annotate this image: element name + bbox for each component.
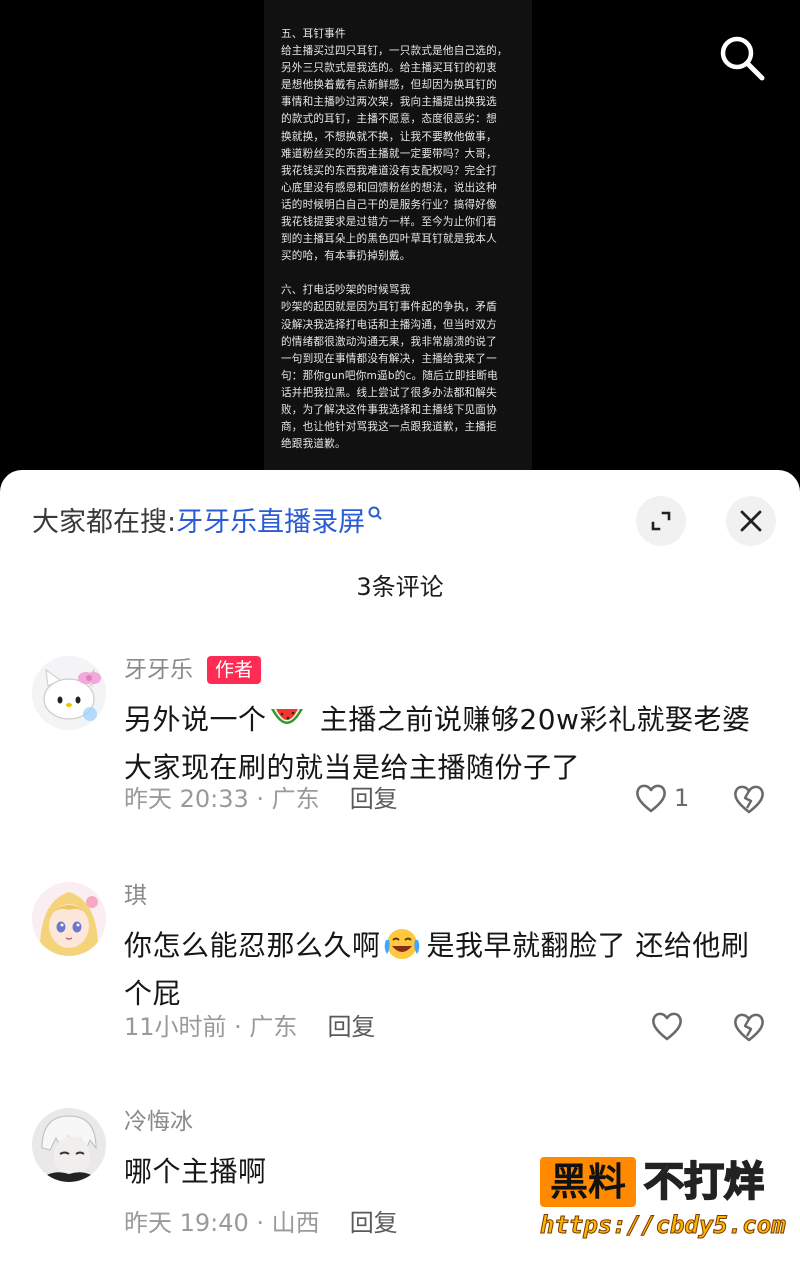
comment-body: 牙牙乐 作者 另外说一个 主播之前说赚够20w彩礼就娶老婆 大家现在刷的就当是给…: [124, 654, 770, 792]
document-text: 五、耳钉事件给主播买过四只耳钉，一只款式是他自己选的， 另外三只款式是我选的。给主…: [281, 26, 521, 453]
expand-button[interactable]: [636, 496, 686, 546]
broken-heart-icon: [734, 1013, 764, 1042]
watermark-logo-box: 黑料: [540, 1157, 636, 1207]
comment-sheet: 大家都在搜:牙牙乐直播录屏 3条评论 牙牙乐 作者 另外说一个 主播之前说赚够2…: [0, 470, 800, 1264]
document-line: 绝跟我道歉。: [281, 438, 346, 451]
heart-icon: [636, 784, 666, 813]
like-count: 1: [674, 784, 690, 812]
document-line: 话的时候明白自己干的是服务行业？搞得好像: [281, 198, 497, 211]
document-line: 六、打电话吵架的时候骂我: [281, 284, 411, 297]
expand-icon: [651, 511, 671, 531]
document-line: 换就换，不想换就不换，让我不要教他做事，: [281, 130, 497, 143]
video-document-frame: 五、耳钉事件给主播买过四只耳钉，一只款式是他自己选的， 另外三只款式是我选的。给主…: [264, 0, 532, 475]
reply-button[interactable]: 回复: [327, 1013, 375, 1041]
close-button[interactable]: [726, 496, 776, 546]
comment-meta: 昨天 19:40 · 山西 回复: [124, 1206, 398, 1240]
document-line: 是想他换着戴有点新鲜感，但却因为换耳钉的: [281, 79, 497, 92]
search-button[interactable]: [716, 32, 768, 84]
document-line: 难道粉丝买的东西主播就一定要带吗？大哥，: [281, 147, 497, 160]
document-line: 没解决我选择打电话和主播沟通，但当时双方: [281, 318, 497, 331]
white-hair-boy-avatar-image: [32, 1108, 106, 1182]
watermark: 黑料 不打烊 https://cbdy5.com: [540, 1157, 786, 1255]
document-line: 我花钱买的东西我难道没有支配权吗？完全打: [281, 164, 497, 177]
broken-heart-icon: [734, 785, 764, 814]
comment-count: 3条评论: [356, 573, 444, 601]
like-button[interactable]: [650, 1010, 684, 1042]
comment-text: 你怎么能忍那么久啊 是我早就翻脸了 还给他刷个屁: [124, 922, 770, 1018]
comment-meta: 11小时前 · 广东 回复: [124, 1010, 375, 1044]
dislike-button[interactable]: [732, 783, 766, 819]
search-suggestion: 大家都在搜:牙牙乐直播录屏: [32, 503, 383, 543]
comment-username[interactable]: 牙牙乐: [124, 654, 193, 686]
document-line: 买的哈，有本事扔掉别戴。: [281, 250, 411, 263]
document-line: 事情和主播吵过两次架，我向主播提出换我选: [281, 96, 497, 109]
reply-button[interactable]: 回复: [350, 1209, 398, 1237]
avatar[interactable]: [32, 656, 106, 730]
video-player[interactable]: 五、耳钉事件给主播买过四只耳钉，一只款式是他自己选的， 另外三只款式是我选的。给主…: [0, 0, 800, 500]
dislike-button[interactable]: [732, 1011, 766, 1047]
document-line: 的款式的耳钉，主播不愿意，态度很恶劣：想: [281, 113, 497, 126]
hello-kitty-avatar-image: [32, 656, 106, 730]
document-line: 一句到现在事情都没有解决，主播给我来了一: [281, 352, 497, 365]
document-line: 另外三只款式是我选的。给主播买耳钉的初衷: [281, 62, 497, 75]
close-icon: [740, 510, 762, 532]
document-line: 到的主播耳朵上的黑色四叶草耳钉就是我本人: [281, 233, 497, 246]
document-line: 我花钱提要求是过错方一样。至今为止你们看: [281, 216, 497, 229]
comment-username[interactable]: 冷悔冰: [124, 1106, 193, 1138]
document-line: 的情绪都很激动沟通无果，我非常崩溃的说了: [281, 335, 497, 348]
comment-text-part: 你怎么能忍那么久啊: [124, 929, 381, 962]
document-section-six: 六、打电话吵架的时候骂我吵架的起因就是因为耳钉事件起的争执，矛盾 没解决我选择打电…: [281, 282, 521, 453]
document-line: 败，为了解决这件事我选择和主播线下见面协: [281, 403, 497, 416]
author-badge: 作者: [207, 656, 262, 684]
document-line: 五、耳钉事件: [281, 28, 346, 40]
comment-text: 另外说一个 主播之前说赚够20w彩礼就娶老婆 大家现在刷的就当是给主播随份子了: [124, 696, 770, 792]
search-suggestion-label: 大家都在搜:: [32, 507, 177, 538]
comment-time: 昨天 20:33 · 广东: [124, 785, 320, 813]
document-line: 心底里没有感恩和回馈粉丝的想法，说出这种: [281, 181, 497, 194]
like-button[interactable]: 1: [634, 782, 689, 814]
document-line: 话并把我拉黑。线上尝试了很多办法都和解失: [281, 386, 497, 399]
document-line: 商，也让他针对骂我这一点跟我道歉，主播拒: [281, 421, 497, 434]
comment-meta: 昨天 20:33 · 广东 回复: [124, 782, 398, 816]
document-line: 吵架的起因就是因为耳钉事件起的争执，矛盾: [281, 301, 497, 314]
comment-time: 11小时前 · 广东: [124, 1013, 298, 1041]
anime-girl-avatar-image: [32, 882, 106, 956]
document-line: 句：那你gun吧你m逼b的c。随后立即挂断电: [281, 369, 498, 382]
document-line: 给主播买过四只耳钉，一只款式是他自己选的，: [281, 45, 508, 58]
comment-username[interactable]: 琪: [124, 880, 147, 912]
watermelon-emoji: [270, 709, 303, 724]
comment-text-part: 另外说一个: [124, 703, 267, 736]
avatar[interactable]: [32, 1108, 106, 1182]
avatar[interactable]: [32, 882, 106, 956]
comment-body: 琪 你怎么能忍那么久啊 是我早就翻脸了 还给他刷个屁: [124, 880, 770, 1018]
watermark-logo-text: 不打烊: [643, 1158, 765, 1206]
search-suggestion-keyword[interactable]: 牙牙乐直播录屏: [176, 507, 365, 538]
search-icon: [720, 36, 765, 81]
comment-time: 昨天 19:40 · 山西: [124, 1209, 320, 1237]
reply-button[interactable]: 回复: [350, 785, 398, 813]
small-search-icon: [368, 506, 382, 520]
watermark-url: https://cbdy5.com: [540, 1211, 787, 1240]
laughing-crying-emoji: [384, 929, 419, 959]
heart-icon: [652, 1012, 682, 1041]
document-section-five: 五、耳钉事件给主播买过四只耳钉，一只款式是他自己选的， 另外三只款式是我选的。给主…: [281, 26, 521, 265]
